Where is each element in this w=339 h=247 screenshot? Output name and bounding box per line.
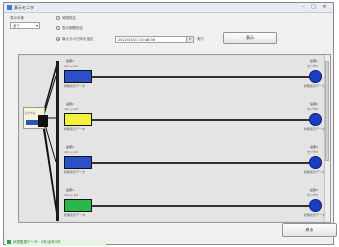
- endpoint-4-sublabel: センサ4: [307, 193, 318, 197]
- node-1-box[interactable]: [64, 70, 92, 83]
- target-label: 表示対象: [10, 16, 24, 20]
- wireless-icon: (((•))): [25, 111, 36, 115]
- endpoint-3-status: 状態表示データ: [304, 170, 326, 174]
- endpoint-4-status: 状態表示データ: [304, 213, 326, 217]
- endpoint-4[interactable]: [309, 199, 322, 212]
- node-2-sublabel: ユニット2: [64, 107, 78, 111]
- radio-period-label: 表示期間指定: [62, 26, 83, 30]
- node-3-link: [92, 162, 311, 164]
- node-1-status: 状態表示データ: [64, 84, 86, 88]
- radio-period[interactable]: [56, 26, 60, 30]
- endpoint-4-title: 設備4: [310, 188, 318, 192]
- node-3-status: 状態表示データ: [64, 170, 86, 174]
- execute-label: 実行: [197, 37, 204, 41]
- endpoint-3-sublabel: センサ3: [307, 150, 318, 154]
- monitor-window: 表示モニタ – □ ✕ 表示対象 全て ▾ 時間指定 表示期間指定 最大分の日時…: [3, 2, 337, 246]
- radio-max-datetime[interactable]: [56, 37, 60, 41]
- node-3-sublabel: ユニット3: [64, 150, 78, 154]
- endpoint-3[interactable]: [309, 156, 322, 169]
- app-icon: [7, 5, 12, 10]
- node-1-link: [92, 76, 311, 78]
- datetime-value: 2012/03/21 10:48:36: [118, 38, 156, 42]
- minimize-button[interactable]: –: [300, 4, 307, 10]
- datetime-input[interactable]: 2012/03/21 10:48:36 ▾: [115, 36, 194, 43]
- radio-time[interactable]: [56, 16, 60, 20]
- node-3-box[interactable]: [64, 156, 92, 169]
- calendar-icon[interactable]: ▾: [186, 37, 193, 42]
- network-diagram-panel: (((•))) 設備1 ユニット1 状態表示データ 設備1 センサ1 状態表示デ…: [18, 54, 331, 223]
- node-1-sublabel: ユニット1: [64, 64, 78, 68]
- node-4-title: 設備4: [66, 188, 74, 192]
- endpoint-1[interactable]: [309, 70, 322, 83]
- display-button[interactable]: 表示: [223, 32, 277, 44]
- hub-connector: [38, 115, 48, 127]
- close-button[interactable]: ✕: [321, 4, 328, 10]
- window-title: 表示モニタ: [14, 5, 34, 10]
- node-4-link: [92, 205, 311, 207]
- endpoint-2[interactable]: [309, 113, 322, 126]
- maximize-button[interactable]: □: [310, 4, 317, 10]
- trunk-line: [56, 61, 59, 221]
- endpoint-2-status: 状態表示データ: [304, 127, 326, 131]
- endpoint-3-title: 設備3: [310, 145, 318, 149]
- chevron-down-icon: ▾: [35, 23, 38, 28]
- node-2-box[interactable]: [64, 113, 92, 126]
- node-4-status: 状態表示データ: [64, 213, 86, 217]
- node-2-link: [92, 119, 311, 121]
- node-2-title: 設備2: [66, 102, 74, 106]
- back-button[interactable]: 戻る: [282, 223, 337, 237]
- radio-max-datetime-label: 最大分の日時を指定: [62, 37, 94, 41]
- status-text: 状態監視データ：0件/全件0件: [13, 240, 61, 244]
- endpoint-1-sublabel: センサ1: [307, 64, 318, 68]
- node-3-title: 設備3: [66, 145, 74, 149]
- target-select[interactable]: 全て ▾: [10, 22, 40, 29]
- status-icon: [7, 240, 11, 244]
- vertical-scrollbar[interactable]: [324, 55, 330, 222]
- endpoint-1-title: 設備1: [310, 59, 318, 63]
- endpoint-2-sublabel: センサ2: [307, 107, 318, 111]
- node-4-sublabel: ユニット4: [64, 193, 78, 197]
- radio-time-label: 時間指定: [62, 16, 76, 20]
- status-bar: 状態監視データ：0件/全件0件: [6, 239, 106, 246]
- scroll-thumb[interactable]: [325, 61, 329, 161]
- node-1-title: 設備1: [66, 59, 74, 63]
- node-4-box[interactable]: [64, 199, 92, 212]
- diagram-area: (((•))) 設備1 ユニット1 状態表示データ 設備1 センサ1 状態表示デ…: [20, 56, 325, 221]
- node-2-status: 状態表示データ: [64, 127, 86, 131]
- endpoint-2-title: 設備2: [310, 102, 318, 106]
- select-value: 全て: [13, 24, 20, 28]
- title-bar: 表示モニタ – □ ✕: [4, 3, 333, 13]
- endpoint-1-status: 状態表示データ: [304, 84, 326, 88]
